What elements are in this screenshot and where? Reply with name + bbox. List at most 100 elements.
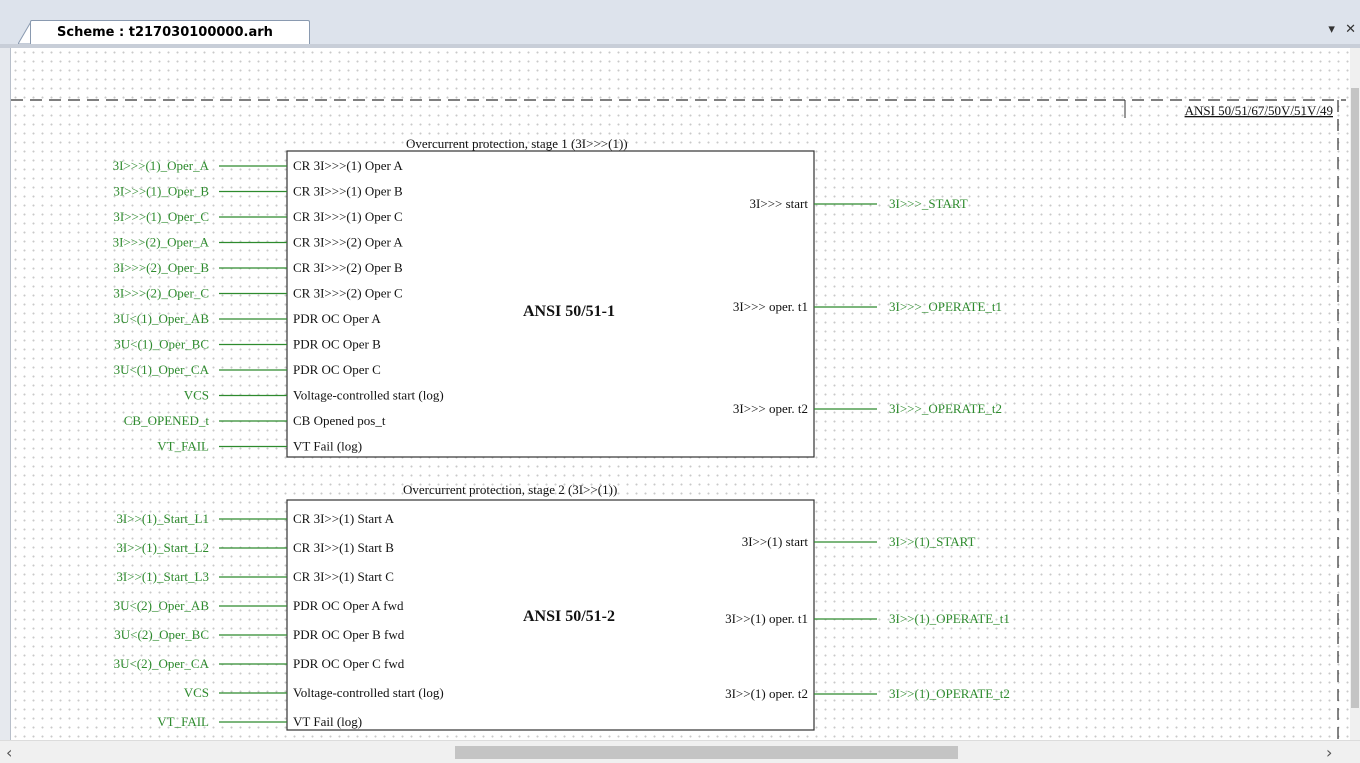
- input-row[interactable]: VT_FAIL VT Fail (log): [157, 439, 362, 454]
- block2-name: ANSI 50/51-2: [523, 608, 615, 625]
- output-port-label: 3I>>> start: [750, 196, 809, 211]
- input-row[interactable]: 3I>>(1)_Start_L1 CR 3I>>(1) Start A: [116, 511, 394, 526]
- scroll-right-icon[interactable]: ›: [1326, 743, 1332, 762]
- input-signal-label: 3I>>>(1)_Oper_B: [113, 184, 209, 199]
- block1-caption: Overcurrent protection, stage 1 (3I>>>(1…: [406, 136, 628, 151]
- input-signal-label: VCS: [184, 388, 209, 403]
- input-port-label: Voltage-controlled start (log): [293, 388, 444, 403]
- tab-title: Scheme : t217030100000.arh: [57, 25, 273, 40]
- input-signal-label: 3U<(2)_Oper_AB: [114, 598, 210, 613]
- input-port-label: CR 3I>>>(1) Oper A: [293, 158, 403, 173]
- input-signal-label: VT_FAIL: [157, 439, 209, 454]
- output-row[interactable]: 3I>>> start 3I>>>_START: [750, 196, 968, 211]
- block2-caption: Overcurrent protection, stage 2 (3I>>(1)…: [403, 482, 617, 497]
- tab-menu-icon[interactable]: ▾: [1328, 22, 1335, 37]
- input-row[interactable]: 3I>>(1)_Start_L2 CR 3I>>(1) Start B: [116, 540, 394, 555]
- input-row[interactable]: 3U<(2)_Oper_AB PDR OC Oper A fwd: [114, 598, 404, 613]
- input-signal-label: VT_FAIL: [157, 714, 209, 729]
- input-signal-label: 3I>>(1)_Start_L2: [116, 540, 209, 555]
- scheme-canvas[interactable]: ANSI 50/51/67/50V/51V/49 Overcurrent pro…: [10, 48, 1350, 740]
- output-row[interactable]: 3I>>(1) oper. t1 3I>>(1)_OPERATE_t1: [725, 611, 1010, 626]
- input-port-label: CB Opened pos_t: [293, 413, 386, 428]
- input-port-label: VT Fail (log): [293, 439, 362, 454]
- output-signal-label: 3I>>>_START: [889, 196, 968, 211]
- tab-scheme[interactable]: Scheme : t217030100000.arh: [30, 20, 310, 44]
- output-port-label: 3I>>> oper. t1: [733, 299, 808, 314]
- output-signal-label: 3I>>(1)_START: [889, 534, 976, 549]
- input-signal-label: 3I>>(1)_Start_L3: [116, 569, 209, 584]
- output-port-label: 3I>>> oper. t2: [733, 401, 808, 416]
- frame-label: ANSI 50/51/67/50V/51V/49: [1185, 103, 1333, 118]
- input-port-label: CR 3I>>(1) Start B: [293, 540, 394, 555]
- input-row[interactable]: 3I>>>(2)_Oper_C CR 3I>>>(2) Oper C: [113, 286, 402, 301]
- input-row[interactable]: 3I>>(1)_Start_L3 CR 3I>>(1) Start C: [116, 569, 394, 584]
- input-signal-label: 3U<(2)_Oper_CA: [114, 656, 210, 671]
- input-port-label: CR 3I>>(1) Start C: [293, 569, 394, 584]
- input-row[interactable]: 3U<(1)_Oper_AB PDR OC Oper A: [114, 311, 382, 326]
- input-signal-label: 3I>>>(2)_Oper_B: [113, 260, 209, 275]
- output-signal-label: 3I>>>_OPERATE_t2: [889, 401, 1002, 416]
- input-port-label: CR 3I>>>(1) Oper C: [293, 209, 403, 224]
- input-row[interactable]: 3U<(2)_Oper_CA PDR OC Oper C fwd: [114, 656, 405, 671]
- input-row[interactable]: 3I>>>(1)_Oper_A CR 3I>>>(1) Oper A: [113, 158, 404, 173]
- output-signal-label: 3I>>>_OPERATE_t1: [889, 299, 1002, 314]
- input-row[interactable]: 3U<(1)_Oper_CA PDR OC Oper C: [114, 362, 381, 377]
- output-signal-label: 3I>>(1)_OPERATE_t2: [889, 686, 1010, 701]
- input-port-label: PDR OC Oper C: [293, 362, 381, 377]
- output-row[interactable]: 3I>>(1) start 3I>>(1)_START: [742, 534, 976, 549]
- input-row[interactable]: VCS Voltage-controlled start (log): [184, 388, 444, 403]
- output-port-label: 3I>>(1) start: [742, 534, 809, 549]
- input-port-label: PDR OC Oper A fwd: [293, 598, 404, 613]
- input-port-label: Voltage-controlled start (log): [293, 685, 444, 700]
- input-port-label: PDR OC Oper A: [293, 311, 381, 326]
- block1-name: ANSI 50/51-1: [523, 303, 615, 320]
- input-row[interactable]: 3I>>>(1)_Oper_B CR 3I>>>(1) Oper B: [113, 184, 403, 199]
- output-row[interactable]: 3I>>> oper. t2 3I>>>_OPERATE_t2: [733, 401, 1002, 416]
- input-port-label: PDR OC Oper B: [293, 337, 381, 352]
- input-signal-label: VCS: [184, 685, 209, 700]
- input-row[interactable]: CB_OPENED_t CB Opened pos_t: [124, 413, 386, 428]
- horizontal-scroll-thumb[interactable]: [455, 746, 958, 759]
- input-row[interactable]: 3I>>>(2)_Oper_B CR 3I>>>(2) Oper B: [113, 260, 403, 275]
- input-signal-label: 3U<(1)_Oper_BC: [114, 337, 209, 352]
- input-signal-label: 3U<(1)_Oper_AB: [114, 311, 210, 326]
- input-row[interactable]: 3I>>>(2)_Oper_A CR 3I>>>(2) Oper A: [113, 235, 404, 250]
- output-port-label: 3I>>(1) oper. t2: [725, 686, 808, 701]
- input-port-label: CR 3I>>>(2) Oper B: [293, 260, 403, 275]
- input-row[interactable]: 3U<(2)_Oper_BC PDR OC Oper B fwd: [114, 627, 404, 642]
- input-port-label: PDR OC Oper C fwd: [293, 656, 405, 671]
- input-signal-label: 3I>>>(2)_Oper_A: [113, 235, 210, 250]
- input-signal-label: 3U<(1)_Oper_CA: [114, 362, 210, 377]
- input-port-label: CR 3I>>>(2) Oper C: [293, 286, 403, 301]
- left-gutter: [0, 48, 10, 740]
- input-port-label: PDR OC Oper B fwd: [293, 627, 405, 642]
- output-signal-label: 3I>>(1)_OPERATE_t1: [889, 611, 1010, 626]
- block-ansi-50-51-1[interactable]: Overcurrent protection, stage 1 (3I>>>(1…: [113, 136, 1002, 458]
- close-icon[interactable]: ✕: [1345, 22, 1356, 37]
- input-signal-label: 3I>>>(2)_Oper_C: [113, 286, 209, 301]
- input-row[interactable]: 3I>>>(1)_Oper_C CR 3I>>>(1) Oper C: [113, 209, 402, 224]
- block-ansi-50-51-2[interactable]: Overcurrent protection, stage 2 (3I>>(1)…: [114, 482, 1010, 731]
- vertical-scrollbar[interactable]: [1350, 48, 1360, 740]
- input-row[interactable]: VT_FAIL VT Fail (log): [157, 714, 362, 729]
- input-row[interactable]: 3U<(1)_Oper_BC PDR OC Oper B: [114, 337, 381, 352]
- input-port-label: VT Fail (log): [293, 714, 362, 729]
- input-signal-label: 3I>>>(1)_Oper_C: [113, 209, 209, 224]
- input-signal-label: 3I>>>(1)_Oper_A: [113, 158, 210, 173]
- scroll-left-icon[interactable]: ‹: [6, 743, 12, 762]
- output-row[interactable]: 3I>>> oper. t1 3I>>>_OPERATE_t1: [733, 299, 1002, 314]
- output-port-label: 3I>>(1) oper. t1: [725, 611, 808, 626]
- vertical-scroll-thumb[interactable]: [1351, 88, 1359, 708]
- input-row[interactable]: VCS Voltage-controlled start (log): [184, 685, 444, 700]
- input-signal-label: CB_OPENED_t: [124, 413, 210, 428]
- input-signal-label: 3U<(2)_Oper_BC: [114, 627, 209, 642]
- output-row[interactable]: 3I>>(1) oper. t2 3I>>(1)_OPERATE_t2: [725, 686, 1010, 701]
- input-signal-label: 3I>>(1)_Start_L1: [116, 511, 209, 526]
- horizontal-scrollbar[interactable]: ‹ ›: [0, 740, 1360, 763]
- input-port-label: CR 3I>>>(2) Oper A: [293, 235, 403, 250]
- scheme-diagram: ANSI 50/51/67/50V/51V/49 Overcurrent pro…: [11, 99, 1346, 740]
- tab-actions: ▾ ✕: [1322, 22, 1356, 37]
- input-port-label: CR 3I>>(1) Start A: [293, 511, 395, 526]
- input-port-label: CR 3I>>>(1) Oper B: [293, 184, 403, 199]
- tab-bar: Scheme : t217030100000.arh ▾ ✕: [0, 0, 1360, 48]
